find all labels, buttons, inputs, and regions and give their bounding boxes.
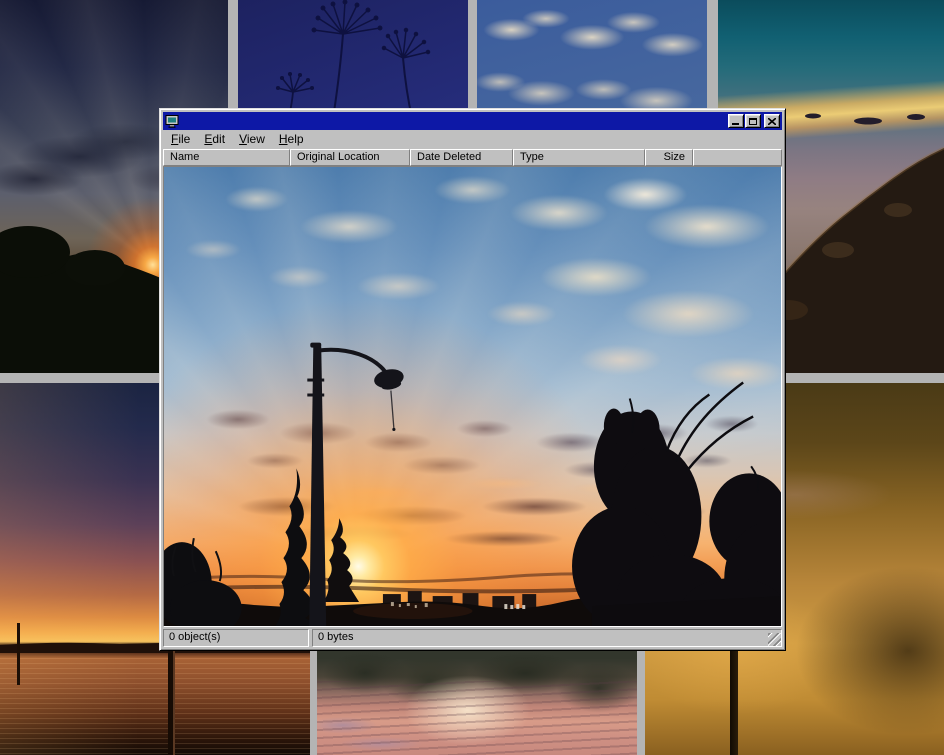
status-bar: 0 object(s) 0 bytes — [163, 629, 782, 647]
column-header-size[interactable]: Size — [645, 149, 693, 166]
desktop: File Edit View Help Name Original Locati… — [0, 0, 944, 755]
column-headers: Name Original Location Date Deleted Type… — [163, 149, 782, 166]
recycle-bin-window: File Edit View Help Name Original Locati… — [159, 108, 786, 651]
water-ripples — [317, 681, 637, 755]
column-header-name[interactable]: Name — [163, 149, 290, 166]
menu-view[interactable]: View — [232, 131, 272, 148]
column-header-filler — [693, 149, 782, 166]
minimize-icon — [732, 123, 739, 125]
column-header-date-deleted[interactable]: Date Deleted — [410, 149, 513, 166]
list-view[interactable] — [163, 166, 782, 627]
window-controls — [727, 114, 780, 128]
title-bar[interactable] — [163, 112, 782, 130]
computer-icon — [165, 114, 179, 128]
close-button[interactable] — [764, 114, 780, 128]
close-icon — [768, 118, 776, 125]
resize-grip-icon[interactable] — [768, 633, 781, 646]
menu-file[interactable]: File — [164, 131, 197, 148]
status-objects: 0 object(s) — [163, 629, 309, 647]
menu-bar: File Edit View Help — [163, 130, 782, 149]
status-bytes-panel: 0 bytes — [312, 629, 782, 647]
column-header-original-location[interactable]: Original Location — [290, 149, 410, 166]
column-header-type[interactable]: Type — [513, 149, 645, 166]
maximize-icon — [749, 118, 757, 125]
menu-edit[interactable]: Edit — [197, 131, 232, 148]
minimize-button[interactable] — [728, 114, 744, 128]
menu-help[interactable]: Help — [272, 131, 311, 148]
photo-silhouettes — [164, 167, 781, 626]
maximize-button[interactable] — [745, 114, 761, 128]
status-bytes: 0 bytes — [318, 631, 353, 643]
